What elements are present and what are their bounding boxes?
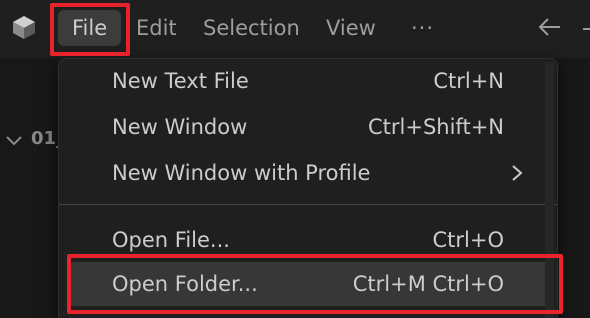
chevron-down-icon[interactable]	[5, 132, 23, 150]
menu-edit[interactable]: Edit	[131, 10, 182, 46]
menu-item-new-window-with-profile[interactable]: New Window with Profile	[68, 151, 554, 195]
menu-view[interactable]: View	[321, 10, 381, 46]
menu-separator	[59, 204, 557, 205]
app-logo-icon	[13, 16, 35, 39]
menu-more-button[interactable]: ···	[406, 10, 439, 46]
menu-item-open-file[interactable]: Open File... Ctrl+O	[68, 218, 554, 262]
menu-item-shortcut: Ctrl+Shift+N	[368, 115, 504, 139]
file-menu-dropdown: New Text File Ctrl+N New Window Ctrl+Shi…	[58, 58, 558, 318]
explorer-folder-name[interactable]: 01_	[31, 128, 61, 149]
menu-item-shortcut: Ctrl+N	[433, 69, 504, 93]
title-bar: File Edit Selection View ···	[0, 0, 590, 58]
menu-item-open-folder[interactable]: Open Folder... Ctrl+M Ctrl+O	[68, 262, 554, 306]
menu-item-label: New Window with Profile	[112, 161, 371, 185]
menu-selection[interactable]: Selection	[198, 10, 305, 46]
menu-item-label: New Text File	[112, 69, 249, 93]
arrow-left-icon[interactable]	[537, 14, 563, 40]
menu-item-new-text-file[interactable]: New Text File Ctrl+N	[68, 59, 554, 103]
chevron-right-icon	[512, 165, 523, 181]
menu-item-label: Open File...	[112, 228, 230, 252]
scrollbar[interactable]	[545, 62, 554, 318]
menu-item-label: Open Folder...	[112, 272, 258, 296]
menu-item-label: New Window	[112, 115, 248, 139]
menu-item-new-window[interactable]: New Window Ctrl+Shift+N	[68, 105, 554, 149]
menu-item-shortcut: Ctrl+M Ctrl+O	[352, 272, 504, 296]
overflow-edge	[583, 28, 590, 30]
app-window: File Edit Selection View ··· 01_ New Tex…	[0, 0, 590, 318]
menu-file[interactable]: File	[58, 10, 122, 46]
menu-item-shortcut: Ctrl+O	[432, 228, 505, 252]
